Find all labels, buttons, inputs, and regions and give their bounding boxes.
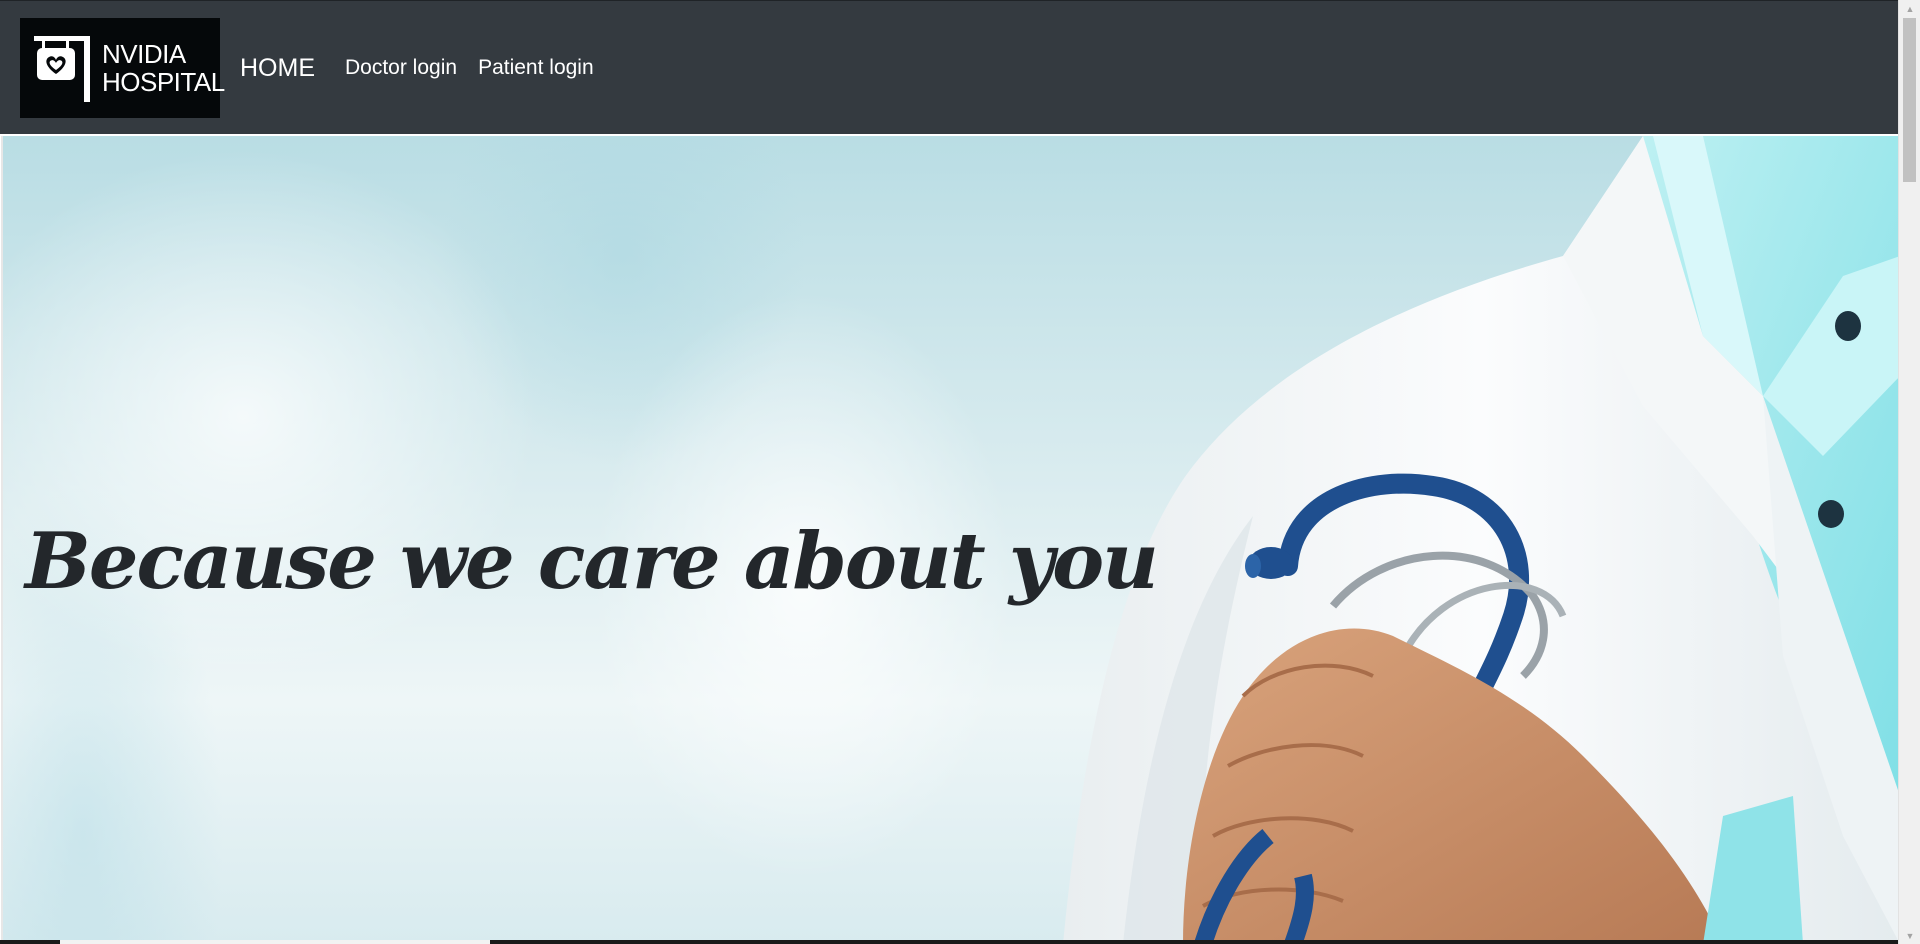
nav-patient-login-link[interactable]: Patient login <box>478 56 594 80</box>
logo-line-2: HOSPITAL <box>102 67 225 97</box>
nav-home-link[interactable]: HOME <box>240 54 315 83</box>
hospital-sign-heart-icon <box>32 32 98 104</box>
logo-text: NVIDIA HOSPITAL <box>102 40 225 96</box>
nav-links: HOME Doctor login Patient login <box>240 1 615 135</box>
hero-banner: Because we care about you <box>1 136 1898 944</box>
nav-doctor-login-link[interactable]: Doctor login <box>345 56 457 80</box>
vertical-scrollbar[interactable]: ▲ ▼ <box>1898 0 1920 944</box>
scrollbar-thumb[interactable] <box>1903 18 1916 182</box>
chevron-down-icon[interactable]: ▼ <box>1899 927 1920 944</box>
logo-line-1: NVIDIA <box>102 39 186 69</box>
hospital-logo[interactable]: NVIDIA HOSPITAL <box>20 18 225 118</box>
top-navbar: NVIDIA HOSPITAL HOME Doctor login Patien… <box>0 0 1898 134</box>
hero-headline: Because we care about you <box>25 516 1159 607</box>
bottom-edge <box>0 940 1898 944</box>
page: NVIDIA HOSPITAL HOME Doctor login Patien… <box>0 0 1898 944</box>
chevron-up-icon[interactable]: ▲ <box>1899 0 1920 17</box>
